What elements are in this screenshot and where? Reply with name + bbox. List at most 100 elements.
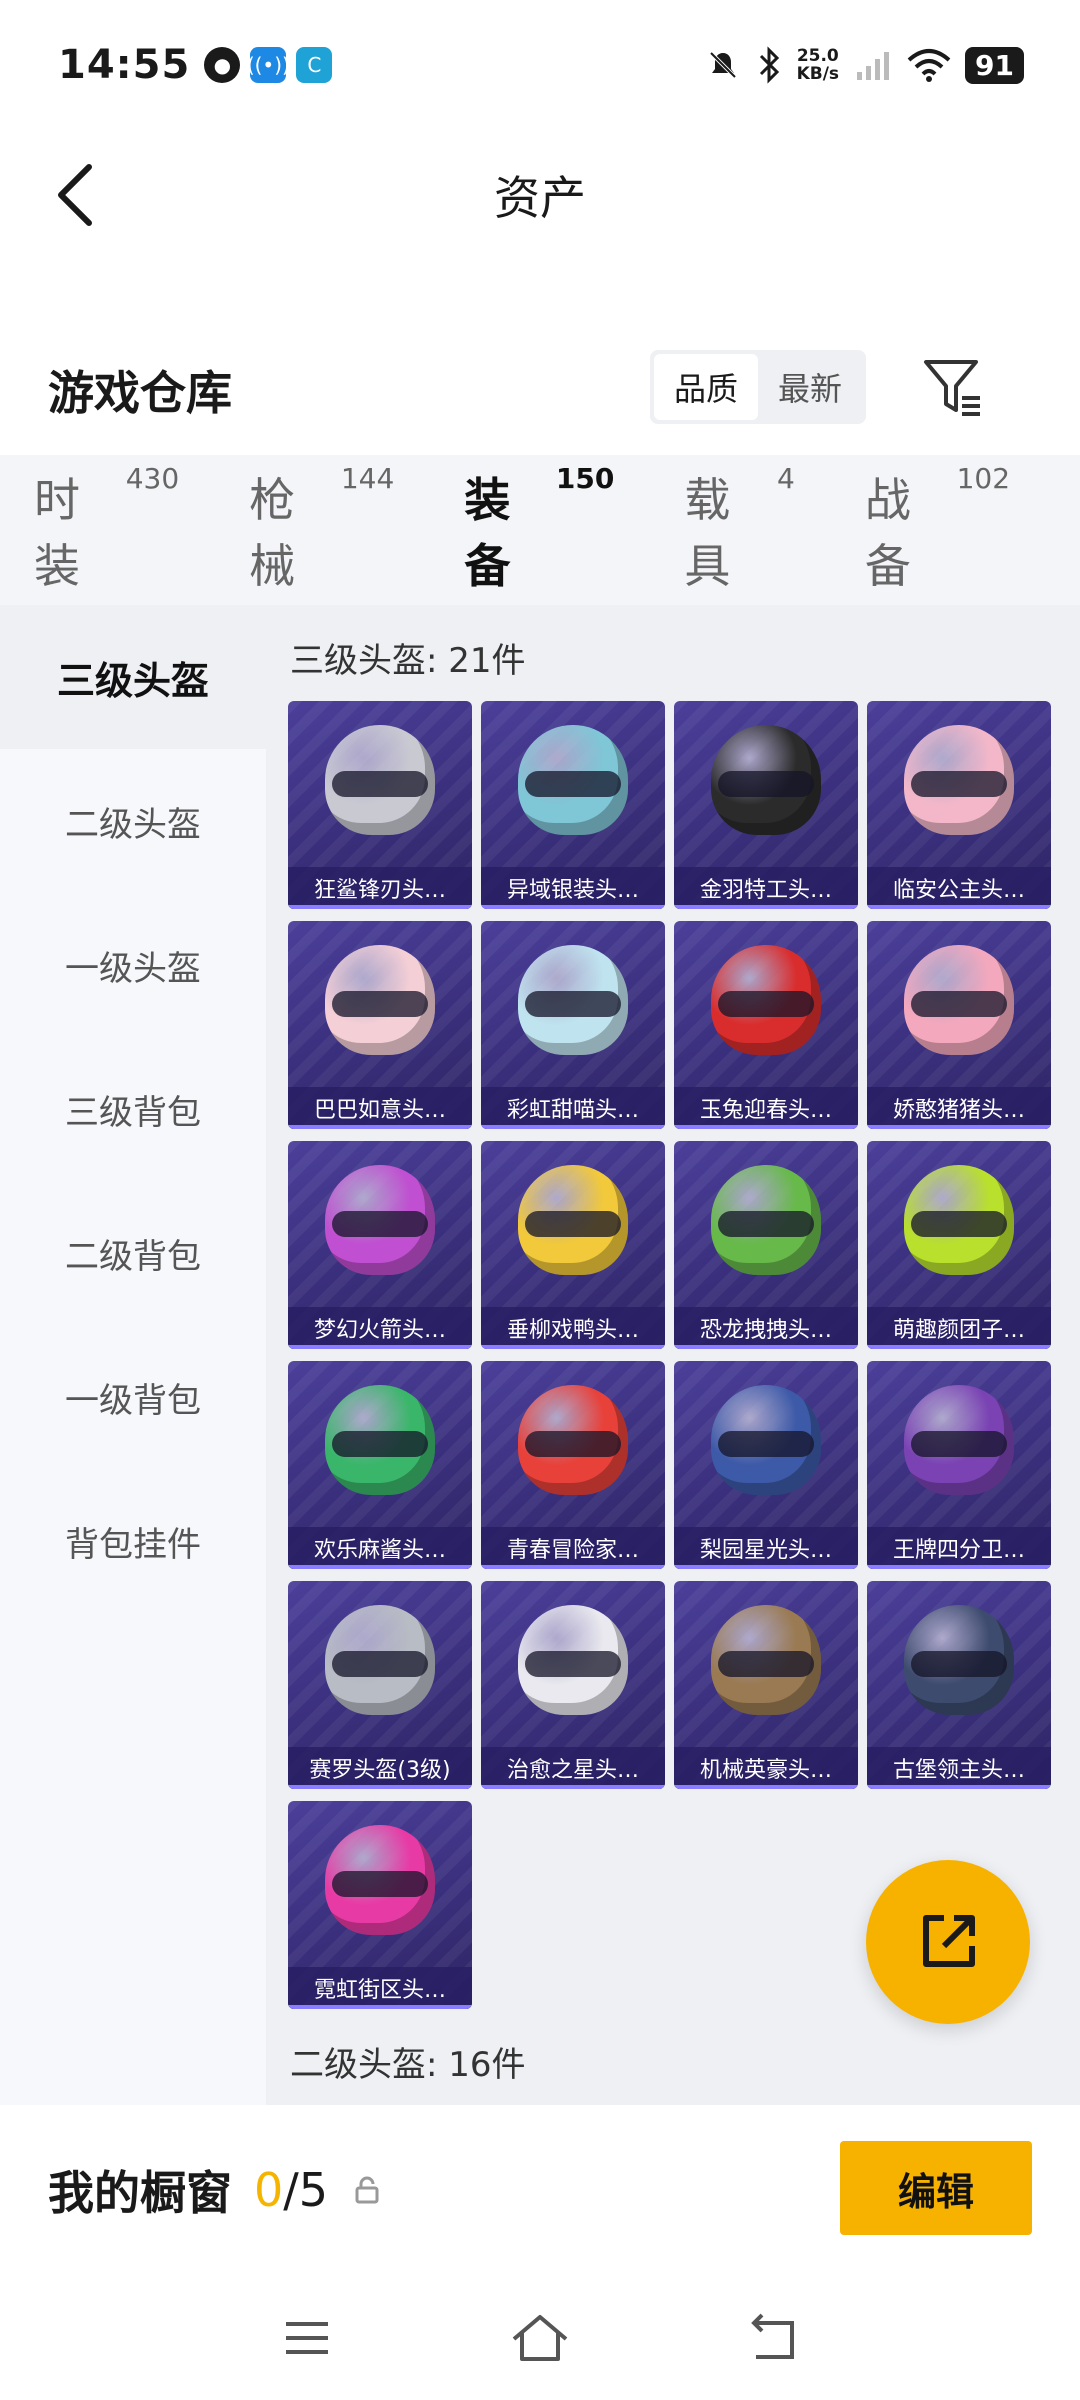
- item-card[interactable]: 梦幻火箭头…: [288, 1141, 472, 1349]
- filter-icon: [924, 360, 980, 416]
- network-speed: 25.0 KB/s: [797, 47, 839, 83]
- item-card[interactable]: 异域银装头…: [481, 701, 665, 909]
- item-rarity-bar: [481, 1125, 665, 1129]
- category-tabs: 时装 430 枪械 144 装备 150 载具 4 战备 102: [0, 455, 1080, 622]
- external-link-icon: [923, 1915, 975, 1967]
- item-name: 临安公主头…: [867, 867, 1051, 909]
- tab-label: 战备: [864, 473, 911, 593]
- item-rarity-bar: [481, 1785, 665, 1789]
- item-name: 机械英豪头…: [674, 1747, 858, 1789]
- tab-label: 载具: [684, 473, 731, 593]
- edit-button[interactable]: 编辑: [840, 2141, 1032, 2235]
- tab-fashion[interactable]: 时装 430: [34, 462, 179, 596]
- item-card[interactable]: 垂柳戏鸭头…: [481, 1141, 665, 1349]
- item-rarity-bar: [288, 1785, 472, 1789]
- showcase-count: 0/5: [254, 2163, 328, 2217]
- bluetooth-icon: [759, 46, 779, 84]
- sidebar-item-level2-helmet[interactable]: 二级头盔: [0, 749, 266, 893]
- next-section-title: 二级头盔: 16件: [290, 2045, 526, 2085]
- item-card[interactable]: 治愈之星头…: [481, 1581, 665, 1789]
- item-name: 霓虹街区头…: [288, 1967, 472, 2009]
- cell-signal-icon: [857, 52, 890, 80]
- status-time: 14:55: [58, 42, 191, 88]
- sidebar-item-level1-backpack[interactable]: 一级背包: [0, 1325, 266, 1469]
- item-rarity-bar: [288, 1125, 472, 1129]
- home-button[interactable]: [505, 2303, 575, 2373]
- helmet-visor: [718, 1431, 814, 1457]
- helmet-visor: [332, 991, 428, 1017]
- tab-supplies[interactable]: 战备 102: [864, 462, 1010, 596]
- share-button[interactable]: [866, 1860, 1030, 2024]
- item-card[interactable]: 机械英豪头…: [674, 1581, 858, 1789]
- status-system-icons: 25.0 KB/s 91: [705, 46, 1024, 84]
- showcase-count-total: /5: [283, 2163, 329, 2217]
- tab-equipment[interactable]: 装备 150: [464, 462, 615, 622]
- item-card[interactable]: 王牌四分卫…: [867, 1361, 1051, 1569]
- item-card[interactable]: 欢乐麻酱头…: [288, 1361, 472, 1569]
- item-card[interactable]: 狂鲨锋刃头…: [288, 701, 472, 909]
- item-card[interactable]: 恐龙拽拽头…: [674, 1141, 858, 1349]
- item-card[interactable]: 娇憨猪猪头…: [867, 921, 1051, 1129]
- item-rarity-bar: [288, 905, 472, 909]
- item-card[interactable]: 梨园星光头…: [674, 1361, 858, 1569]
- app-notification-icon-2: C: [296, 47, 333, 83]
- sidebar-item-level1-helmet[interactable]: 一级头盔: [0, 893, 266, 1037]
- item-name: 梨园星光头…: [674, 1527, 858, 1569]
- sort-quality[interactable]: 品质: [654, 354, 758, 420]
- item-name: 恐龙拽拽头…: [674, 1307, 858, 1349]
- item-rarity-bar: [674, 1125, 858, 1129]
- item-rarity-bar: [674, 1345, 858, 1349]
- sidebar-item-backpack-charm[interactable]: 背包挂件: [0, 1469, 266, 1613]
- tab-count: 150: [555, 462, 615, 495]
- tab-label: 枪械: [249, 473, 296, 593]
- item-name: 玉兔迎春头…: [674, 1087, 858, 1129]
- item-card[interactable]: 萌趣颜团子…: [867, 1141, 1051, 1349]
- item-card[interactable]: 临安公主头…: [867, 701, 1051, 909]
- item-rarity-bar: [867, 905, 1051, 909]
- sidebar-item-level3-backpack[interactable]: 三级背包: [0, 1037, 266, 1181]
- sidebar-item-level3-helmet[interactable]: 三级头盔: [0, 605, 266, 749]
- tab-vehicles[interactable]: 载具 4: [684, 462, 795, 596]
- item-rarity-bar: [674, 1565, 858, 1569]
- item-name: 欢乐麻酱头…: [288, 1527, 472, 1569]
- tab-weapons[interactable]: 枪械 144: [249, 462, 395, 596]
- item-name: 金羽特工头…: [674, 867, 858, 909]
- item-name: 彩虹甜喵头…: [481, 1087, 665, 1129]
- menu-button[interactable]: [272, 2303, 342, 2373]
- wifi-icon: [907, 49, 951, 82]
- item-rarity-bar: [481, 1345, 665, 1349]
- sidebar-item-level2-backpack[interactable]: 二级背包: [0, 1181, 266, 1325]
- app-notification-icon: ●: [204, 47, 241, 83]
- item-card[interactable]: 巴巴如意头…: [288, 921, 472, 1129]
- helmet-visor: [525, 1211, 621, 1237]
- item-rarity-bar: [867, 1785, 1051, 1789]
- return-icon: [751, 2313, 795, 2359]
- helmet-visor: [911, 771, 1007, 797]
- item-rarity-bar: [867, 1345, 1051, 1349]
- sort-toggle: 品质 最新: [650, 350, 866, 424]
- speed-unit: KB/s: [796, 64, 840, 84]
- item-name: 青春冒险家…: [481, 1527, 665, 1569]
- sort-newest[interactable]: 最新: [758, 354, 862, 420]
- speed-value: 25.0: [796, 46, 839, 66]
- section-title: 三级头盔: 21件: [290, 641, 526, 681]
- back-nav-button[interactable]: [738, 2303, 808, 2373]
- helmet-visor: [332, 1651, 428, 1677]
- item-card[interactable]: 玉兔迎春头…: [674, 921, 858, 1129]
- item-card[interactable]: 赛罗头盔(3级): [288, 1581, 472, 1789]
- status-notification-icons: ● ((•)) C: [204, 47, 333, 83]
- page-title: 资产: [494, 171, 586, 225]
- helmet-visor: [332, 1431, 428, 1457]
- filter-button[interactable]: [918, 352, 988, 422]
- item-card[interactable]: 青春冒险家…: [481, 1361, 665, 1569]
- back-button[interactable]: [40, 160, 110, 230]
- item-card[interactable]: 古堡领主头…: [867, 1581, 1051, 1789]
- helmet-visor: [718, 1211, 814, 1237]
- tab-count: 144: [340, 462, 395, 495]
- item-card[interactable]: 金羽特工头…: [674, 701, 858, 909]
- item-card[interactable]: 彩虹甜喵头…: [481, 921, 665, 1129]
- helmet-visor: [332, 1871, 428, 1897]
- helmet-visor: [332, 771, 428, 797]
- item-card[interactable]: 霓虹街区头…: [288, 1801, 472, 2009]
- item-rarity-bar: [288, 2005, 472, 2009]
